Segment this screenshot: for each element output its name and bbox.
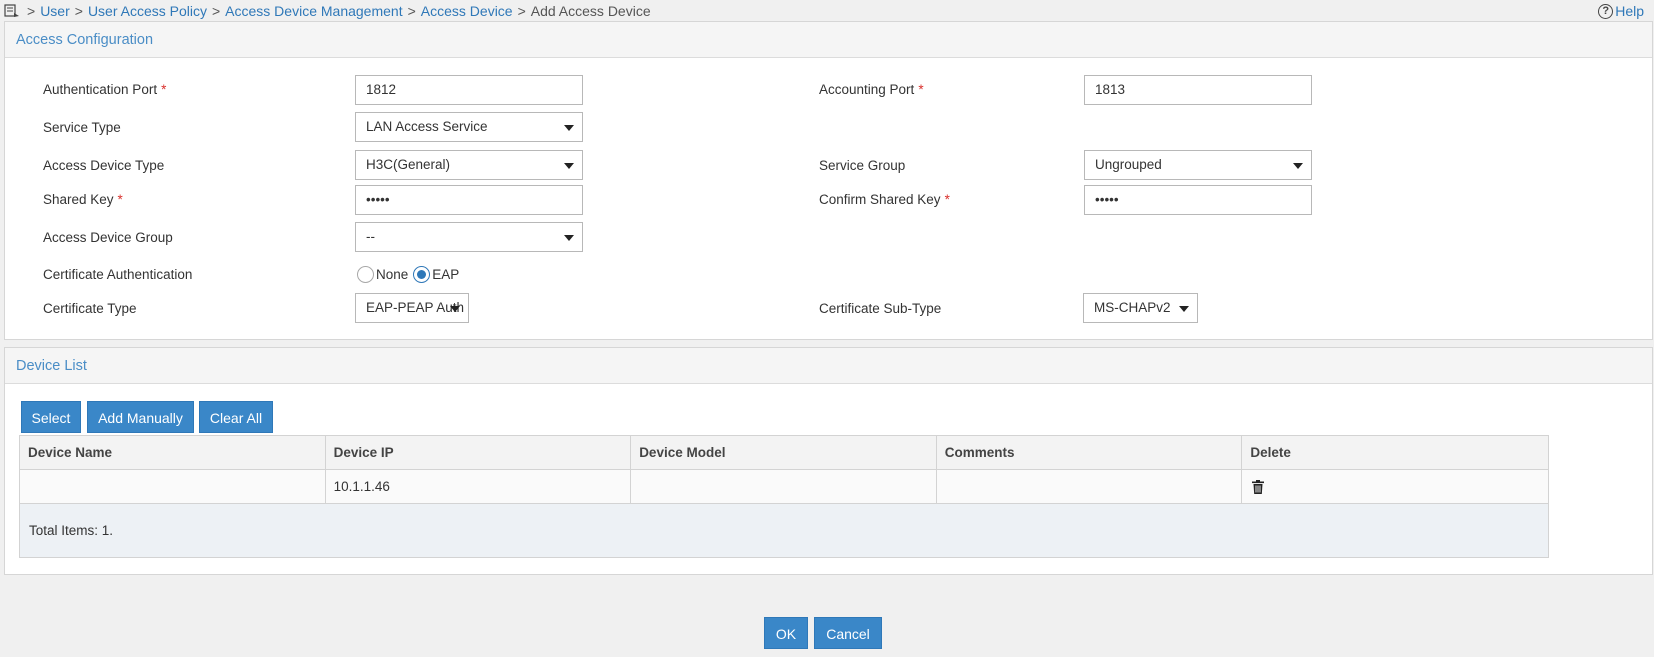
ok-button[interactable]: OK: [764, 617, 808, 649]
device-type-select[interactable]: H3C(General): [355, 150, 583, 180]
device-list-panel: Device List Select Add Manually Clear Al…: [4, 347, 1653, 575]
help-label: Help: [1615, 3, 1644, 19]
chevron-down-icon: [564, 235, 574, 241]
breadcrumb-access-device-management[interactable]: Access Device Management: [225, 3, 402, 19]
service-group-select[interactable]: Ungrouped: [1084, 150, 1312, 180]
cert-auth-radio-group: None EAP: [357, 266, 459, 283]
cert-type-select[interactable]: EAP-PEAP Auth: [355, 293, 469, 323]
add-manually-button[interactable]: Add Manually: [87, 401, 194, 433]
cancel-button[interactable]: Cancel: [814, 617, 882, 649]
chevron-down-icon: [564, 125, 574, 131]
cert-auth-none-label: None: [376, 267, 409, 282]
access-configuration-title: Access Configuration: [5, 22, 1652, 58]
cert-auth-label: Certificate Authentication: [43, 267, 193, 282]
trash-icon[interactable]: [1252, 480, 1265, 495]
cert-subtype-select[interactable]: MS-CHAPv2: [1083, 293, 1198, 323]
chevron-down-icon: [1179, 306, 1189, 312]
column-device-name[interactable]: Device Name: [20, 436, 326, 469]
cell-device-model: [631, 470, 937, 503]
cert-type-label: Certificate Type: [43, 301, 137, 316]
shared-key-label: Shared Key *: [43, 192, 123, 207]
device-group-label: Access Device Group: [43, 230, 173, 245]
breadcrumb-separator: >: [517, 3, 526, 19]
breadcrumb-user-access-policy[interactable]: User Access Policy: [88, 3, 207, 19]
cert-auth-eap-radio[interactable]: [413, 266, 431, 283]
clear-all-button[interactable]: Clear All: [199, 401, 273, 433]
help-link[interactable]: ? Help: [1598, 2, 1644, 20]
table-total: Total Items: 1.: [20, 504, 1548, 557]
device-table: Device Name Device IP Device Model Comme…: [19, 435, 1549, 558]
confirm-key-label: Confirm Shared Key *: [819, 192, 950, 207]
auth-port-label: Authentication Port *: [43, 82, 167, 97]
column-device-model[interactable]: Device Model: [631, 436, 937, 469]
breadcrumb-current: Add Access Device: [530, 3, 651, 19]
device-group-select[interactable]: --: [355, 222, 583, 252]
confirm-key-input[interactable]: •••••: [1084, 185, 1312, 215]
device-type-label: Access Device Type: [43, 158, 165, 173]
breadcrumb-user[interactable]: User: [40, 3, 70, 19]
cell-comments: [937, 470, 1243, 503]
column-device-ip[interactable]: Device IP: [326, 436, 632, 469]
cert-auth-none-radio[interactable]: [357, 266, 374, 283]
breadcrumb-separator: >: [27, 3, 36, 19]
help-circle-icon: ?: [1598, 3, 1614, 19]
select-button[interactable]: Select: [21, 401, 81, 433]
chevron-down-icon: [564, 163, 574, 169]
breadcrumb-separator: >: [211, 3, 221, 19]
navigation-icon: [4, 4, 19, 17]
chevron-down-icon: [450, 306, 460, 312]
service-group-label: Service Group: [819, 158, 906, 173]
breadcrumb-separator: >: [74, 3, 83, 19]
table-row: 10.1.1.46: [20, 470, 1548, 504]
cell-device-ip: 10.1.1.46: [326, 470, 632, 503]
breadcrumb-separator: >: [407, 3, 416, 19]
cert-subtype-label: Certificate Sub-Type: [819, 301, 942, 316]
cell-delete: [1242, 470, 1548, 503]
breadcrumb: > User > User Access Policy > Access Dev…: [4, 0, 651, 22]
breadcrumb-access-device[interactable]: Access Device: [421, 3, 513, 19]
acct-port-label: Accounting Port *: [819, 82, 924, 97]
device-list-title: Device List: [5, 348, 1652, 384]
cert-auth-eap-label: EAP: [432, 267, 460, 282]
shared-key-input[interactable]: •••••: [355, 185, 583, 215]
service-type-select[interactable]: LAN Access Service: [355, 112, 583, 142]
chevron-down-icon: [1293, 163, 1303, 169]
acct-port-input[interactable]: 1813: [1084, 75, 1312, 105]
service-type-label: Service Type: [43, 120, 121, 135]
column-comments[interactable]: Comments: [937, 436, 1243, 469]
table-header: Device Name Device IP Device Model Comme…: [20, 436, 1548, 470]
cell-device-name: [20, 470, 326, 503]
auth-port-input[interactable]: 1812: [355, 75, 583, 105]
column-delete: Delete: [1250, 445, 1291, 460]
access-configuration-panel: Access Configuration Authentication Port…: [4, 21, 1653, 340]
